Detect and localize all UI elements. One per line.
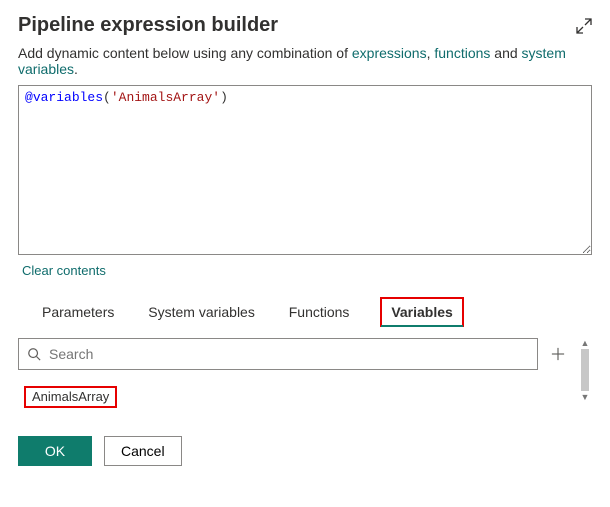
ok-button[interactable]: OK bbox=[18, 436, 92, 466]
tab-bar: Parameters System variables Functions Va… bbox=[40, 296, 592, 328]
scroll-thumb[interactable] bbox=[581, 349, 589, 391]
scrollbar[interactable]: ▲ ▼ bbox=[578, 338, 592, 402]
tab-functions[interactable]: Functions bbox=[287, 296, 352, 328]
tab-parameters[interactable]: Parameters bbox=[40, 296, 116, 328]
tab-system-variables[interactable]: System variables bbox=[146, 296, 257, 328]
cancel-button[interactable]: Cancel bbox=[104, 436, 182, 466]
search-box[interactable] bbox=[18, 338, 538, 370]
clear-contents-link[interactable]: Clear contents bbox=[22, 263, 106, 278]
help-text: Add dynamic content below using any comb… bbox=[18, 45, 592, 77]
plus-icon bbox=[551, 347, 565, 361]
scroll-down-icon[interactable]: ▼ bbox=[581, 392, 590, 402]
search-icon bbox=[27, 347, 41, 361]
scroll-up-icon[interactable]: ▲ bbox=[581, 338, 590, 348]
functions-link[interactable]: functions bbox=[434, 45, 490, 61]
add-button[interactable] bbox=[544, 340, 572, 368]
page-title: Pipeline expression builder bbox=[18, 14, 278, 37]
expressions-link[interactable]: expressions bbox=[352, 45, 427, 61]
help-prefix: Add dynamic content below using any comb… bbox=[18, 45, 352, 61]
variable-item-animalsarray[interactable]: AnimalsArray bbox=[24, 386, 117, 408]
tab-variables[interactable]: Variables bbox=[381, 298, 463, 326]
search-input[interactable] bbox=[47, 345, 529, 363]
expression-editor[interactable]: @variables('AnimalsArray') bbox=[18, 85, 592, 255]
expand-icon[interactable] bbox=[576, 18, 592, 34]
